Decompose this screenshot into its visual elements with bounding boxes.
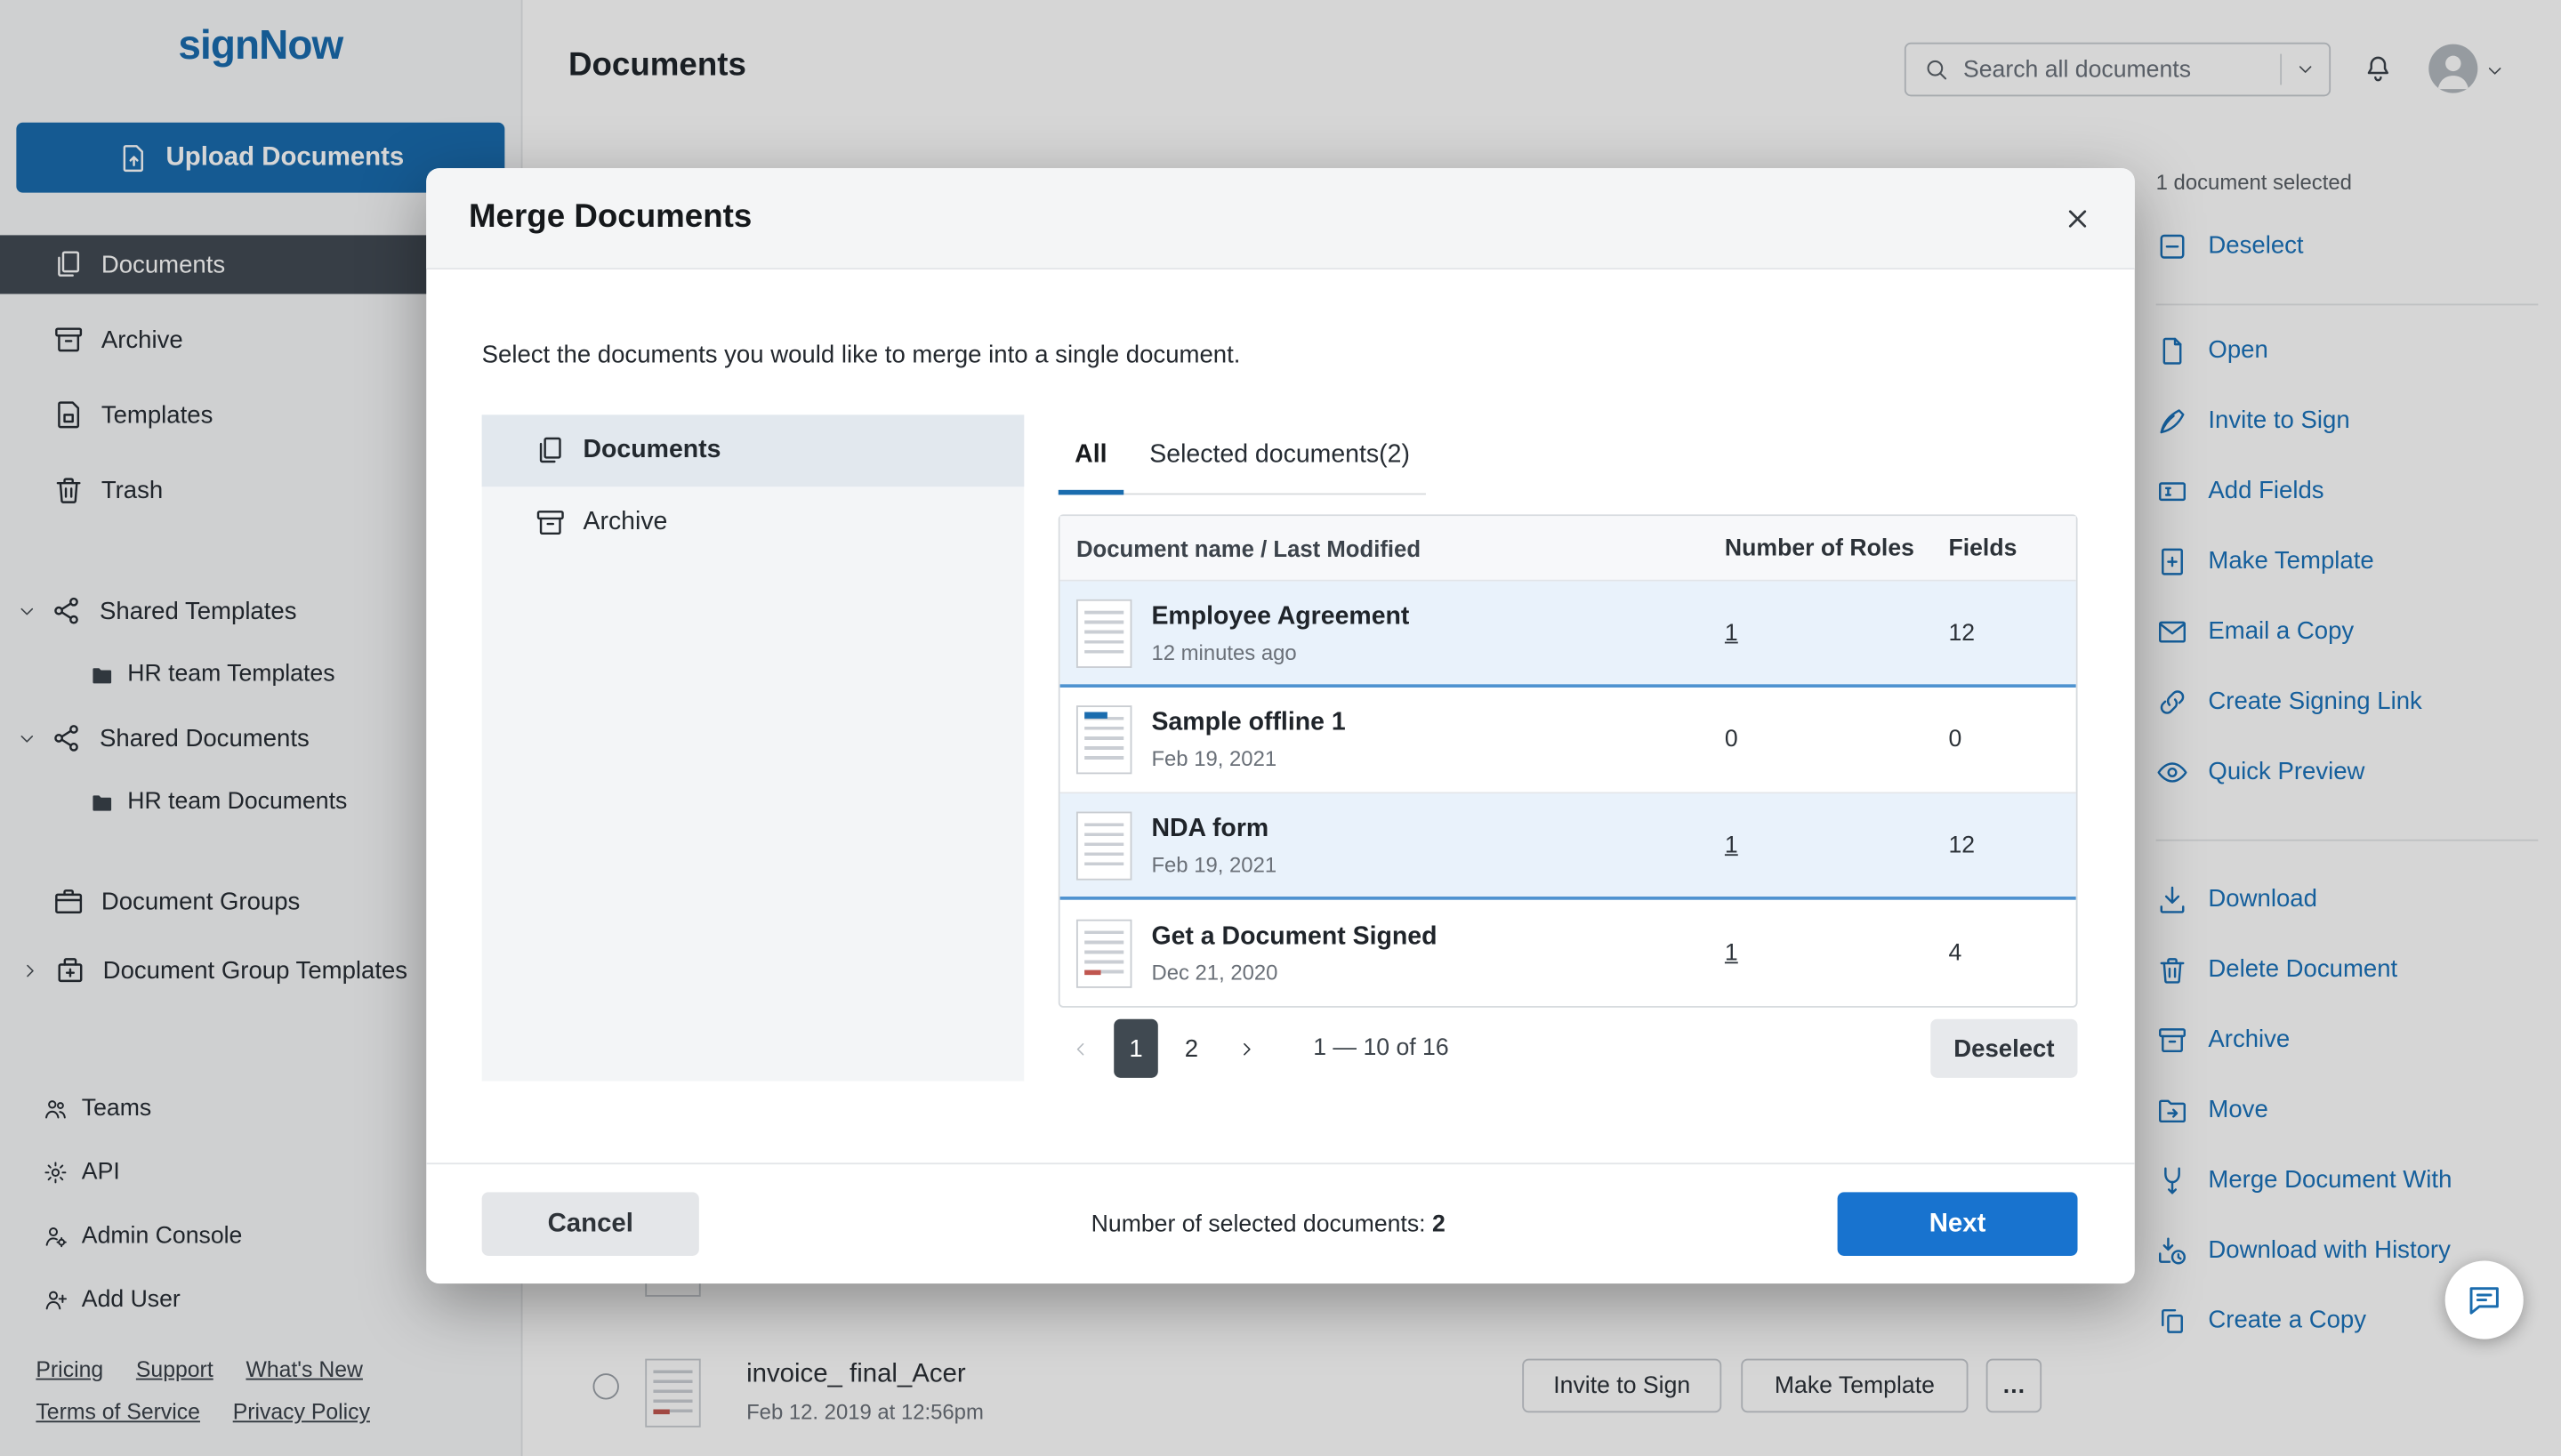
roles-link[interactable]: 1 bbox=[1725, 620, 1738, 646]
table-row[interactable]: Get a Document Signed Dec 21, 2020 1 4 bbox=[1060, 900, 2076, 1006]
header-document-name: Document name / Last Modified bbox=[1076, 535, 1725, 560]
header-fields: Fields bbox=[1948, 535, 2075, 560]
document-modified: Dec 21, 2020 bbox=[1151, 960, 1437, 985]
source-item-documents[interactable]: Documents bbox=[482, 414, 1025, 487]
tab-selected-documents[interactable]: Selected documents(2) bbox=[1133, 428, 1426, 493]
source-item-label: Archive bbox=[583, 508, 667, 537]
cancel-button[interactable]: Cancel bbox=[482, 1192, 699, 1256]
fields-count: 0 bbox=[1948, 727, 2075, 752]
app: signNow Upload Documents Documents Archi… bbox=[0, 0, 2561, 1456]
source-item-archive[interactable]: Archive bbox=[482, 487, 1025, 559]
fields-count: 4 bbox=[1948, 940, 2075, 966]
document-modified: Feb 19, 2021 bbox=[1151, 746, 1345, 771]
fields-count: 12 bbox=[1948, 620, 2075, 646]
document-thumbnail bbox=[1076, 919, 1132, 987]
page-2-button[interactable]: 2 bbox=[1170, 1019, 1214, 1078]
documents-icon bbox=[534, 434, 567, 467]
document-name: Sample offline 1 bbox=[1151, 709, 1345, 738]
chevron-right-icon bbox=[1236, 1038, 1258, 1059]
pagination-range-text: 1 — 10 of 16 bbox=[1313, 1035, 1448, 1061]
document-thumbnail bbox=[1076, 811, 1132, 880]
document-text: Employee Agreement 12 minutes ago bbox=[1151, 602, 1409, 664]
document-text: Sample offline 1 Feb 19, 2021 bbox=[1151, 709, 1345, 771]
selected-count-label: Number of selected documents: bbox=[1091, 1211, 1426, 1236]
roles-link[interactable]: 1 bbox=[1725, 832, 1738, 857]
document-modified: Feb 19, 2021 bbox=[1151, 852, 1276, 877]
page-1-button[interactable]: 1 bbox=[1114, 1019, 1158, 1078]
document-name: Employee Agreement bbox=[1151, 602, 1409, 631]
document-thumbnail bbox=[1076, 705, 1132, 774]
modal-title: Merge Documents bbox=[469, 199, 752, 237]
deselect-button[interactable]: Deselect bbox=[1930, 1019, 2077, 1078]
modal-right-region: All Selected documents(2) Document name … bbox=[1059, 414, 2078, 1077]
table-row[interactable]: Sample offline 1 Feb 19, 2021 0 0 bbox=[1060, 688, 2076, 793]
table-row[interactable]: Employee Agreement 12 minutes ago 1 12 bbox=[1060, 582, 2076, 688]
modal-header: Merge Documents bbox=[426, 168, 2135, 269]
chat-button[interactable] bbox=[2445, 1260, 2524, 1339]
tab-bar: All Selected documents(2) bbox=[1059, 428, 1426, 495]
close-icon bbox=[2063, 204, 2092, 233]
archive-icon bbox=[534, 506, 567, 539]
chevron-left-icon bbox=[1070, 1038, 1091, 1059]
next-button[interactable]: Next bbox=[1838, 1192, 2078, 1256]
table-row[interactable]: NDA form Feb 19, 2021 1 12 bbox=[1060, 793, 2076, 899]
roles-link[interactable]: 1 bbox=[1725, 940, 1738, 966]
document-text: NDA form Feb 19, 2021 bbox=[1151, 814, 1276, 876]
chat-icon bbox=[2465, 1281, 2504, 1320]
fields-count: 12 bbox=[1948, 832, 2075, 857]
document-name: Get a Document Signed bbox=[1151, 921, 1437, 951]
document-name: NDA form bbox=[1151, 814, 1276, 843]
modal-description: Select the documents you would like to m… bbox=[482, 342, 1241, 369]
roles-count: 0 bbox=[1725, 727, 1738, 752]
previous-page-button[interactable] bbox=[1059, 1019, 1103, 1078]
merge-documents-modal: Merge Documents Select the documents you… bbox=[426, 168, 2135, 1283]
source-item-label: Documents bbox=[583, 436, 721, 465]
document-thumbnail bbox=[1076, 599, 1132, 667]
selected-documents-count: Number of selected documents: 2 bbox=[699, 1211, 1838, 1236]
documents-table: Document name / Last Modified Number of … bbox=[1059, 514, 2078, 1008]
document-modified: 12 minutes ago bbox=[1151, 640, 1409, 664]
tab-all[interactable]: All bbox=[1059, 428, 1123, 493]
document-text: Get a Document Signed Dec 21, 2020 bbox=[1151, 921, 1437, 984]
next-page-button[interactable] bbox=[1225, 1019, 1269, 1078]
source-panel: Documents Archive bbox=[482, 414, 1025, 1081]
pagination: 1 2 1 — 10 of 16 Deselect bbox=[1059, 1019, 2078, 1078]
modal-footer: Cancel Number of selected documents: 2 N… bbox=[426, 1162, 2135, 1283]
selected-count-value: 2 bbox=[1432, 1211, 1446, 1236]
table-header-row: Document name / Last Modified Number of … bbox=[1060, 516, 2076, 581]
header-number-of-roles: Number of Roles bbox=[1725, 535, 1949, 560]
close-button[interactable] bbox=[2057, 197, 2099, 239]
